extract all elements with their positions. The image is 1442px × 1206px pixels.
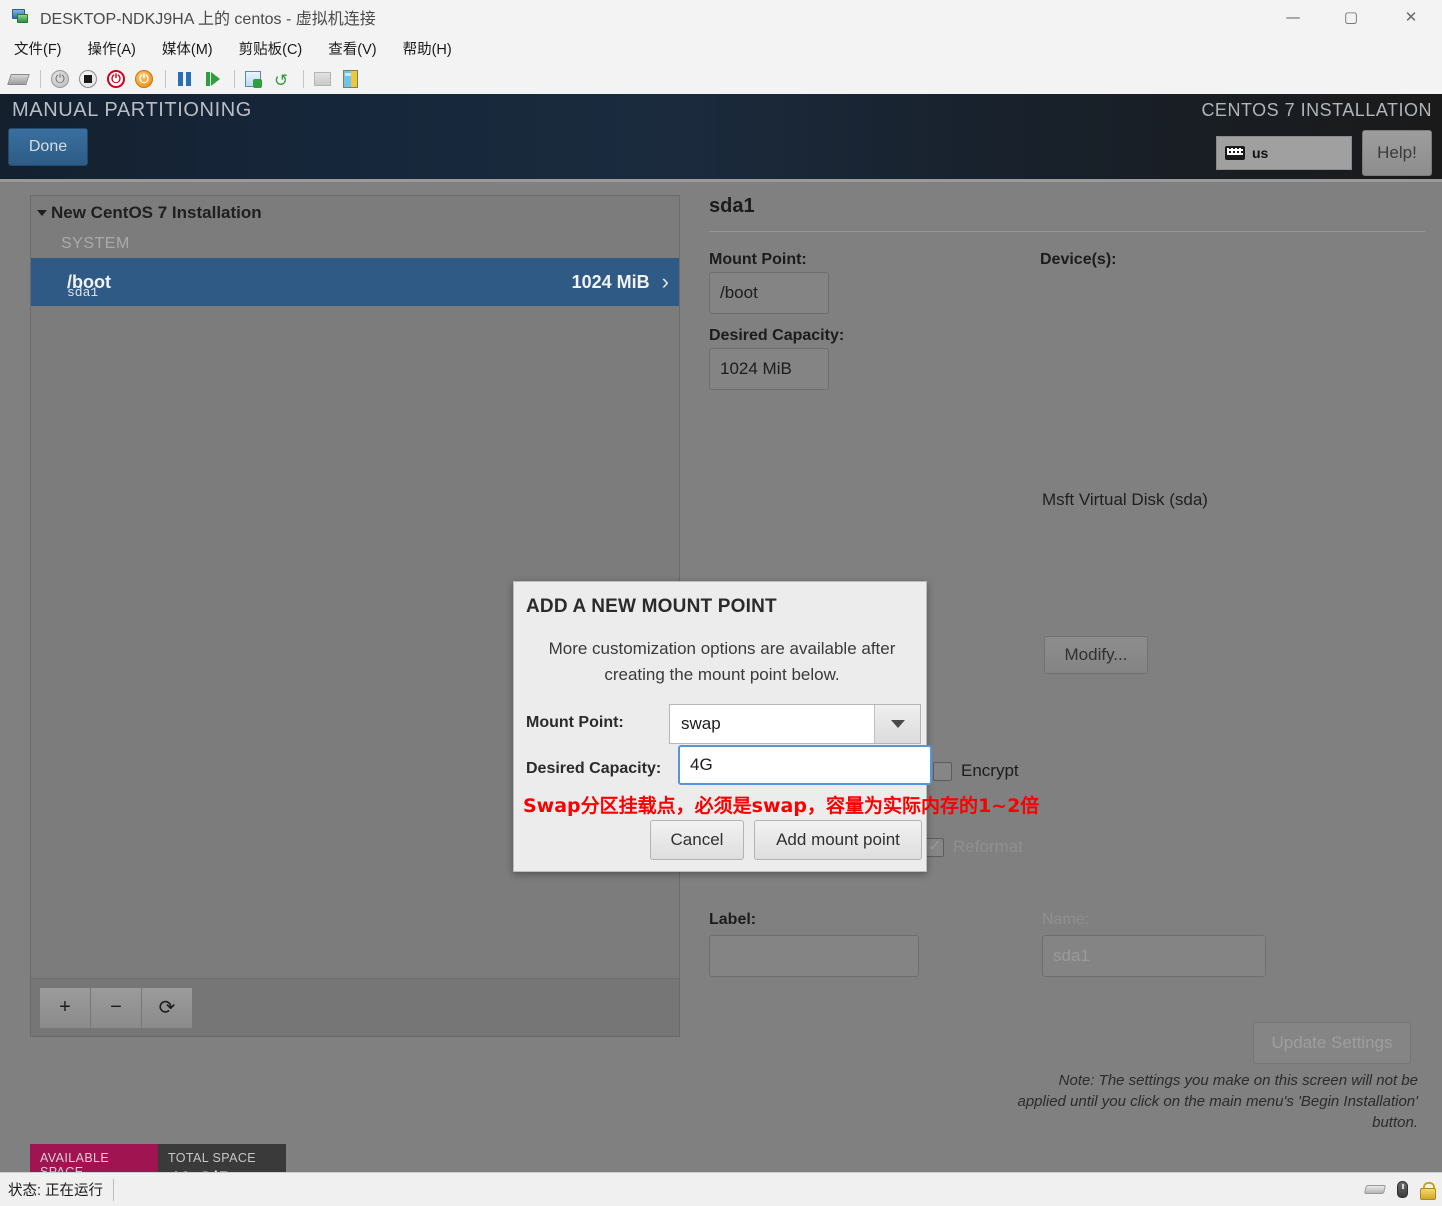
available-space-label: AVAILABLE SPACE (40, 1151, 110, 1172)
dialog-mount-point-value: swap (681, 714, 721, 733)
page-title: MANUAL PARTITIONING (12, 99, 252, 121)
keyboard-icon (1363, 1185, 1387, 1194)
reformat-label: Reformat (953, 837, 1023, 856)
label-field[interactable] (709, 935, 919, 977)
share-icon[interactable] (338, 67, 364, 91)
menubar: 文件(F) 操作(A) 媒体(M) 剪贴板(C) 查看(V) 帮助(H) (0, 33, 1442, 63)
encrypt-checkbox[interactable] (933, 761, 952, 781)
expand-triangle-icon (37, 210, 47, 216)
window-title: DESKTOP-NDKJ9HA 上的 centos - 虚拟机连接 (40, 10, 376, 28)
keyboard-layout-label: us (1252, 145, 1269, 161)
encrypt-label: Encrypt (961, 761, 1019, 780)
mouse-icon (1397, 1181, 1408, 1198)
total-space-box: TOTAL SPACE 40 GiB (158, 1144, 286, 1172)
tree-group-header[interactable]: New CentOS 7 Installation (31, 196, 679, 230)
resume-icon[interactable] (200, 67, 226, 91)
installer-header: MANUAL PARTITIONING CENTOS 7 INSTALLATIO… (0, 94, 1442, 182)
menu-item-action[interactable]: 操作(A) (88, 38, 136, 59)
checkpoint-icon[interactable] (241, 67, 267, 91)
menu-item-clipboard[interactable]: 剪贴板(C) (239, 38, 303, 59)
add-mount-point-dialog: ADD A NEW MOUNT POINT More customization… (513, 581, 1039, 872)
tree-group-label: New CentOS 7 Installation (51, 203, 262, 222)
toolbar-separator (40, 69, 41, 88)
toolbar-separator (303, 69, 304, 88)
tree-section-label: SYSTEM (61, 235, 130, 252)
keyboard-layout-indicator[interactable]: us (1216, 136, 1352, 170)
done-button[interactable]: Done (8, 128, 88, 166)
chevron-right-icon: › (661, 269, 669, 294)
table-row[interactable]: /boot sda1 1024 MiB › (31, 258, 679, 306)
shutdown-icon[interactable] (75, 67, 101, 91)
revert-icon[interactable]: ↺ (269, 67, 295, 91)
turn-off-icon[interactable]: ⏻ (103, 67, 129, 91)
dialog-desired-capacity-label: Desired Capacity: (526, 760, 662, 777)
ctrl-alt-del-icon[interactable] (6, 67, 32, 91)
mount-point-field[interactable]: /boot (709, 272, 829, 314)
dialog-add-mount-point-button[interactable]: Add mount point (754, 820, 922, 860)
chevron-down-icon[interactable] (874, 705, 920, 743)
start-icon[interactable]: ⏻ (47, 67, 73, 91)
reformat-checkbox[interactable] (925, 836, 944, 857)
vm-status-text: 状态: 正在运行 (8, 1183, 104, 1199)
reset-icon[interactable]: ⏻ (131, 67, 157, 91)
dialog-title: ADD A NEW MOUNT POINT (526, 596, 777, 617)
add-partition-button[interactable]: + (39, 986, 91, 1029)
update-settings-button[interactable]: Update Settings (1253, 1022, 1411, 1064)
remove-partition-button[interactable]: − (90, 986, 142, 1029)
vm-statusbar: 状态: 正在运行 (0, 1172, 1442, 1206)
hyperv-vm-connection-window: DESKTOP-NDKJ9HA 上的 centos - 虚拟机连接 — ▢ ✕ … (0, 0, 1442, 1206)
name-label: Name: (1042, 911, 1090, 928)
dialog-subtitle: More customization options are available… (548, 639, 896, 684)
dialog-desired-capacity-input[interactable]: 4G (678, 745, 932, 785)
enhanced-session-icon[interactable] (310, 67, 336, 91)
refresh-partitions-button[interactable]: ⟳ (141, 986, 193, 1029)
lock-icon (1420, 1181, 1436, 1200)
virtual-machine-icon (10, 8, 30, 26)
window-controls: — ▢ ✕ (1264, 0, 1442, 33)
divider (709, 231, 1425, 232)
window-titlebar: DESKTOP-NDKJ9HA 上的 centos - 虚拟机连接 — ▢ ✕ (0, 0, 1442, 33)
statusbar-icons (1363, 1181, 1436, 1200)
total-space-label: TOTAL SPACE (168, 1151, 256, 1165)
keyboard-icon (1225, 146, 1245, 160)
name-field[interactable]: sda1 (1042, 935, 1266, 977)
dialog-cancel-button[interactable]: Cancel (650, 820, 744, 860)
mount-point-label: Mount Point: (709, 251, 807, 268)
divider (113, 1178, 115, 1201)
modify-button[interactable]: Modify... (1044, 636, 1148, 674)
toolbar-separator (165, 69, 166, 88)
pause-icon[interactable] (172, 67, 198, 91)
devices-label: Device(s): (1040, 251, 1117, 268)
menu-item-help[interactable]: 帮助(H) (403, 38, 452, 59)
help-button[interactable]: Help! (1362, 130, 1432, 176)
close-button[interactable]: ✕ (1380, 0, 1442, 33)
desired-capacity-label: Desired Capacity: (709, 327, 845, 344)
maximize-button[interactable]: ▢ (1322, 0, 1380, 33)
dialog-mount-point-combobox[interactable]: swap (669, 704, 921, 744)
space-summary: AVAILABLE SPACE 39 GiB TOTAL SPACE 40 Gi… (30, 1144, 286, 1172)
desired-capacity-field[interactable]: 1024 MiB (709, 348, 829, 390)
product-title: CENTOS 7 INSTALLATION (1201, 100, 1432, 120)
menu-item-view[interactable]: 查看(V) (328, 38, 376, 59)
dialog-mount-point-label: Mount Point: (526, 714, 624, 731)
minimize-button[interactable]: — (1264, 0, 1322, 33)
annotation-text: Swap分区挂载点，必须是swap，容量为实际内存的1~2倍 (523, 795, 1040, 817)
settings-note: Note: The settings you make on this scre… (1017, 1072, 1419, 1131)
menu-item-file[interactable]: 文件(F) (14, 38, 62, 59)
device-name: Msft Virtual Disk (sda) (1042, 490, 1208, 509)
label-label: Label: (709, 911, 757, 928)
available-space-box: AVAILABLE SPACE 39 GiB (30, 1144, 158, 1172)
partition-actions-toolbar: + − ⟳ (31, 978, 679, 1036)
menu-item-media[interactable]: 媒体(M) (162, 38, 213, 59)
details-title: sda1 (709, 195, 755, 217)
guest-screen: MANUAL PARTITIONING CENTOS 7 INSTALLATIO… (0, 94, 1442, 1172)
reformat-checkbox-row[interactable]: Reformat (925, 836, 1023, 857)
partition-device: sda1 (67, 285, 99, 300)
encrypt-checkbox-row[interactable]: Encrypt (933, 761, 1019, 781)
toolbar-separator (234, 69, 235, 88)
partition-size: 1024 MiB (571, 271, 650, 292)
vm-toolbar: ⏻ ⏻ ⏻ ↺ (0, 63, 1442, 94)
